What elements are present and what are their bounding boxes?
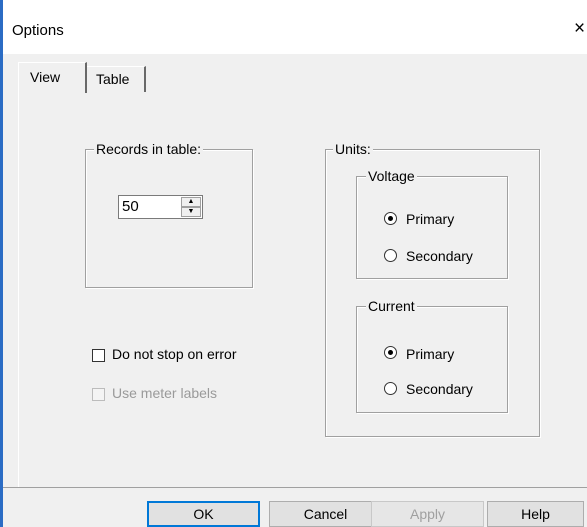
title-bar: Options × xyxy=(3,0,587,54)
records-value[interactable]: 50 xyxy=(122,198,139,215)
use-meter-labels-checkbox xyxy=(92,388,105,401)
current-primary-label[interactable]: Primary xyxy=(406,346,454,362)
spin-up-arrow-icon[interactable]: ▲ xyxy=(181,197,201,207)
current-group-label: Current xyxy=(366,298,417,314)
tab-table-label: Table xyxy=(96,71,130,87)
cancel-button[interactable]: Cancel xyxy=(269,501,382,527)
radio-selected-dot xyxy=(388,216,393,221)
tab-view-label: View xyxy=(30,69,61,85)
records-group-label: Records in table: xyxy=(94,141,204,157)
spin-down-arrow-icon[interactable]: ▼ xyxy=(181,207,201,217)
current-primary-radio[interactable] xyxy=(384,346,397,359)
voltage-primary-radio[interactable] xyxy=(384,212,397,225)
do-not-stop-on-error-checkbox[interactable] xyxy=(92,349,105,362)
voltage-secondary-label[interactable]: Secondary xyxy=(406,248,473,264)
use-meter-labels-label: Use meter labels xyxy=(112,385,218,401)
apply-button: Apply xyxy=(371,501,484,527)
help-button[interactable]: Help xyxy=(487,501,584,527)
current-secondary-radio[interactable] xyxy=(384,382,397,395)
close-icon[interactable]: × xyxy=(574,19,585,38)
current-secondary-label[interactable]: Secondary xyxy=(406,381,473,397)
window-title: Options xyxy=(12,22,64,39)
voltage-secondary-radio[interactable] xyxy=(384,249,397,262)
radio-selected-dot xyxy=(388,350,393,355)
button-bar-separator xyxy=(3,487,587,488)
do-not-stop-on-error-label[interactable]: Do not stop on error xyxy=(112,346,237,362)
units-group-label: Units: xyxy=(333,141,373,157)
tab-view[interactable]: View xyxy=(18,62,87,94)
voltage-group-label: Voltage xyxy=(366,168,417,184)
voltage-primary-label[interactable]: Primary xyxy=(406,211,454,227)
spin-buttons: ▲ ▼ xyxy=(181,197,201,217)
ok-button[interactable]: OK xyxy=(147,501,260,527)
tab-table[interactable]: Table xyxy=(87,66,146,92)
records-spinbox[interactable]: 50 ▲ ▼ xyxy=(118,195,203,219)
